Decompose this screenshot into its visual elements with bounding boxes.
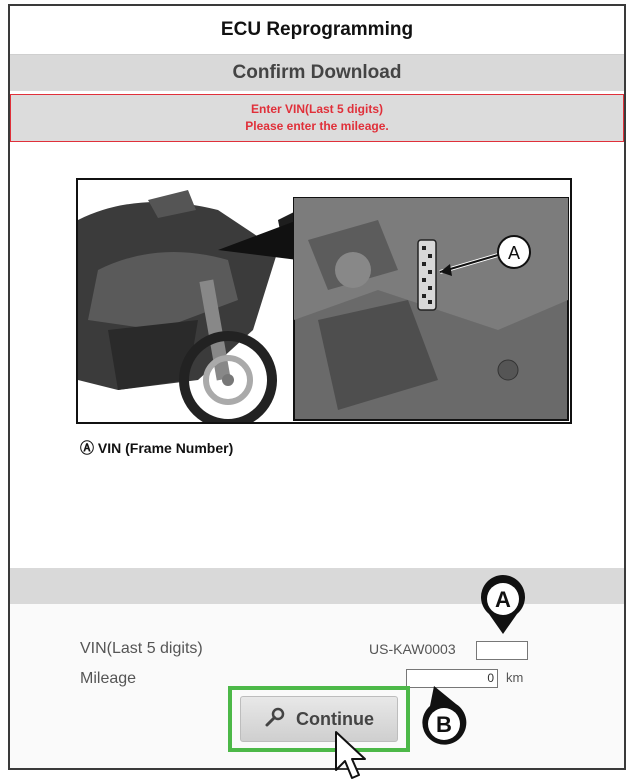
button-marker-letter: B xyxy=(436,712,452,737)
mileage-unit: km xyxy=(506,670,524,685)
content-panel: A Ⓐ VIN (Frame Number) xyxy=(10,144,624,568)
vin-input[interactable] xyxy=(476,641,528,660)
vin-marker-pin-icon: A xyxy=(481,575,525,634)
window-title: ECU Reprogramming xyxy=(10,6,624,55)
motorcycle-illustration: A xyxy=(78,180,569,422)
continue-label: Continue xyxy=(296,708,374,729)
alert-line-mileage: Please enter the mileage. xyxy=(245,119,389,133)
vin-location-illustration: A xyxy=(76,178,572,424)
vin-prefix: US-KAW0003 xyxy=(369,641,456,657)
divider-band xyxy=(10,568,624,604)
button-marker-pin-icon: B xyxy=(422,686,467,745)
vin-caption: Ⓐ VIN (Frame Number) xyxy=(80,440,234,456)
mouse-cursor-icon xyxy=(335,731,366,779)
vin-marker-letter: A xyxy=(495,587,511,612)
page-subtitle: Confirm Download xyxy=(10,55,624,91)
wrench-icon xyxy=(264,706,286,733)
alert-message: Enter VIN(Last 5 digits) Please enter th… xyxy=(10,94,624,142)
continue-button[interactable]: Continue xyxy=(240,696,398,742)
mileage-label: Mileage xyxy=(80,670,137,687)
alert-line-vin: Enter VIN(Last 5 digits) xyxy=(250,102,384,116)
vin-label: VIN(Last 5 digits) xyxy=(80,640,203,657)
callout-label: A xyxy=(508,243,520,263)
